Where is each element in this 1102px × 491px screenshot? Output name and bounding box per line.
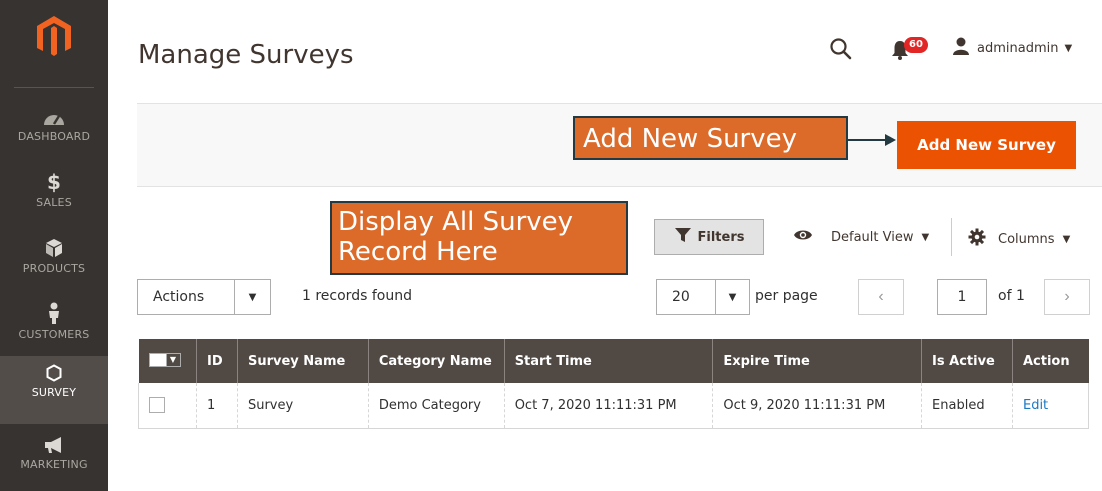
view-label: Default View [831, 229, 914, 245]
page-number-input[interactable]: 1 [937, 279, 987, 315]
speedometer-icon [0, 100, 108, 126]
filters-label: Filters [697, 229, 745, 245]
cell-is-active: Enabled [921, 383, 1013, 429]
chevron-right-icon: › [1064, 288, 1070, 305]
mass-select-checkbox[interactable]: ▼ [148, 352, 181, 367]
sidebar-item-label: CUSTOMERS [18, 328, 90, 341]
sidebar-item-marketing[interactable]: MARKETING [0, 428, 108, 491]
columns-selector[interactable]: Columns ▼ [968, 228, 1070, 250]
mass-actions-select[interactable]: Actions ▼ [137, 279, 271, 315]
sidebar-item-dashboard[interactable]: DASHBOARD [0, 100, 108, 166]
chevron-down-icon: ▼ [234, 280, 270, 314]
chevron-down-icon: ▼ [1062, 233, 1071, 245]
table-header-row: ▼ ID Survey Name Category Name Start Tim… [138, 339, 1089, 383]
previous-page-button[interactable]: ‹ [858, 279, 904, 315]
cell-expire-time: Oct 9, 2020 11:11:31 PM [712, 383, 922, 429]
cell-survey-name: Survey [236, 383, 369, 429]
user-icon [953, 37, 969, 59]
chevron-down-icon: ▼ [921, 231, 930, 243]
chevron-down-icon: ▼ [1064, 42, 1073, 54]
user-name: adminadmin [977, 40, 1059, 56]
cell-id: 1 [195, 383, 238, 429]
filters-button[interactable]: Filters [654, 219, 764, 255]
chevron-left-icon: ‹ [878, 288, 884, 305]
callout-display-all: Display All Survey Record Here [330, 201, 628, 275]
chevron-down-icon: ▼ [165, 353, 180, 366]
cell-start-time: Oct 7, 2020 11:11:31 PM [503, 383, 713, 429]
column-header-survey-name[interactable]: Survey Name [236, 339, 369, 383]
per-page-select[interactable]: 20 ▼ [656, 279, 750, 315]
gear-icon [968, 228, 986, 250]
chevron-down-icon: ▼ [715, 280, 749, 314]
sidebar-item-survey[interactable]: SURVEY [0, 356, 108, 424]
columns-label: Columns [998, 231, 1055, 247]
sidebar-item-label: SALES [36, 196, 72, 209]
sidebar-item-label: MARKETING [20, 458, 88, 471]
surveys-grid: ▼ ID Survey Name Category Name Start Tim… [138, 339, 1090, 429]
column-header-category-name[interactable]: Category Name [367, 339, 505, 383]
page-total: of 1 [998, 288, 1025, 304]
sidebar-item-label: DASHBOARD [17, 130, 91, 143]
sidebar-divider [14, 87, 94, 88]
cell-category-name: Demo Category [367, 383, 505, 429]
per-page-label: per page [755, 288, 818, 304]
sidebar-item-sales[interactable]: $ SALES [0, 166, 108, 232]
row-checkbox[interactable] [149, 397, 165, 414]
page-title: Manage Surveys [138, 40, 354, 70]
magento-logo[interactable] [34, 14, 74, 58]
person-icon [0, 298, 108, 324]
add-new-survey-button[interactable]: Add New Survey [897, 121, 1076, 169]
row-select-cell [138, 383, 197, 429]
column-header-expire-time[interactable]: Expire Time [712, 339, 922, 383]
column-header-start-time[interactable]: Start Time [503, 339, 713, 383]
sidebar-item-label: SURVEY [31, 386, 77, 399]
column-header-is-active[interactable]: Is Active [921, 339, 1013, 383]
callout-add-new-survey: Add New Survey [573, 116, 848, 160]
checkbox-box [150, 354, 166, 366]
column-header-action: Action [1011, 339, 1089, 383]
notification-badge: 60 [904, 37, 928, 53]
actions-label: Actions [153, 289, 205, 305]
column-header-id[interactable]: ID [195, 339, 238, 383]
sidebar-item-products[interactable]: PRODUCTS [0, 232, 108, 298]
toolbar-divider [951, 218, 952, 256]
admin-sidebar: DASHBOARD $ SALES PRODUCTS CUSTOMERS SUR… [0, 0, 108, 491]
user-menu[interactable]: adminadmin ▼ [953, 37, 1072, 59]
next-page-button[interactable]: › [1044, 279, 1090, 315]
hexagon-icon [0, 356, 108, 382]
cell-action: Edit [1011, 383, 1090, 429]
dollar-icon: $ [47, 170, 61, 194]
mass-select-header[interactable]: ▼ [138, 339, 197, 383]
view-selector[interactable]: Default View ▼ [793, 228, 929, 246]
funnel-icon [674, 227, 692, 247]
sidebar-item-label: PRODUCTS [22, 262, 86, 275]
table-row: 1 Survey Demo Category Oct 7, 2020 11:11… [138, 383, 1090, 429]
eye-icon [793, 228, 813, 246]
cube-icon [0, 232, 108, 258]
megaphone-icon [0, 428, 108, 454]
edit-link[interactable]: Edit [1023, 398, 1048, 413]
records-count: 1 records found [302, 288, 412, 304]
arrow-right-icon [848, 134, 896, 146]
per-page-value: 20 [672, 289, 690, 305]
search-icon[interactable] [829, 37, 853, 61]
sidebar-item-customers[interactable]: CUSTOMERS [0, 298, 108, 364]
